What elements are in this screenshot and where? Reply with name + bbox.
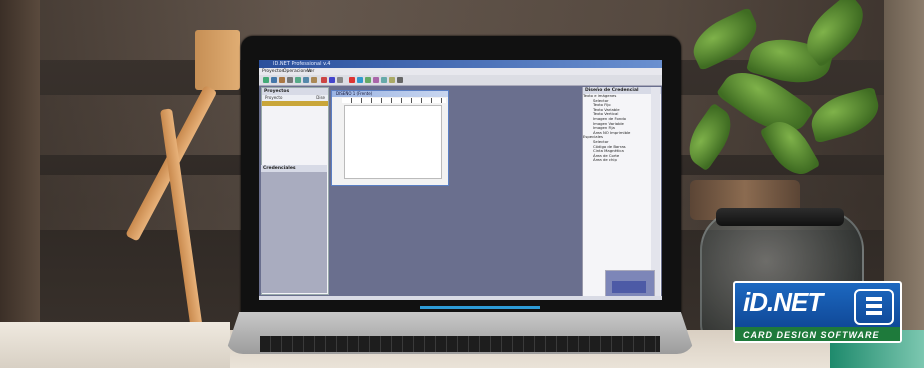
idnet-logo: iD.NET CARD DESIGN SOFTWARE bbox=[733, 281, 902, 343]
laptop-screen: ID.NET Professional v.4 Proyectos Operac… bbox=[259, 60, 662, 300]
design-window[interactable]: DISEÑO 1 (Frente) bbox=[331, 90, 449, 186]
laptop-keyboard bbox=[260, 336, 660, 352]
toolbar-zoom-icon[interactable] bbox=[373, 77, 379, 83]
toolbar-barcode-icon[interactable] bbox=[365, 77, 371, 83]
screen-glow-bar bbox=[420, 306, 540, 309]
chip-card-icon bbox=[854, 289, 894, 325]
logo-band: CARD DESIGN SOFTWARE bbox=[735, 327, 900, 341]
design-window-title: DISEÑO 1 (Frente) bbox=[332, 91, 448, 97]
logo-wordmark: iD.NET bbox=[743, 287, 823, 317]
toolbar-delete-icon[interactable] bbox=[321, 77, 327, 83]
credentials-panel: Credenciales bbox=[261, 165, 327, 293]
app-menubar: Proyectos Operaciones Ver bbox=[259, 68, 662, 75]
status-bar bbox=[259, 296, 662, 300]
design-canvas[interactable] bbox=[344, 105, 442, 179]
potted-plant bbox=[660, 0, 900, 210]
app-toolbar bbox=[259, 75, 662, 86]
shelf-side-left bbox=[0, 0, 40, 368]
info-box-content bbox=[612, 281, 646, 293]
toolbar-paste-icon[interactable] bbox=[311, 77, 317, 83]
tree-item[interactable]: Área de chip bbox=[583, 158, 661, 163]
toolbar-new-icon[interactable] bbox=[263, 77, 269, 83]
credential-design-panel: Diseño de Credencial Texto e imágenes Sel… bbox=[582, 87, 661, 297]
toolbar-grid-icon[interactable] bbox=[337, 77, 343, 83]
credentials-panel-title: Credenciales bbox=[261, 165, 327, 172]
design-ruler bbox=[342, 98, 446, 103]
toolbar-open-icon[interactable] bbox=[271, 77, 277, 83]
toolbar-cut-icon[interactable] bbox=[295, 77, 301, 83]
projects-panel-title: Proyectos bbox=[262, 88, 328, 95]
menu-proyectos[interactable]: Proyectos bbox=[262, 68, 284, 75]
desk-lamp-head bbox=[195, 30, 240, 90]
papers-stack bbox=[0, 322, 230, 368]
toolbar-image-icon[interactable] bbox=[357, 77, 363, 83]
photo-scene: ID.NET Professional v.4 Proyectos Operac… bbox=[0, 0, 924, 368]
toolbar-save-icon[interactable] bbox=[279, 77, 285, 83]
toolbar-preview-icon[interactable] bbox=[389, 77, 395, 83]
project-row-selected[interactable] bbox=[262, 101, 328, 106]
side-tabs[interactable] bbox=[651, 87, 660, 297]
glass-jar-lid bbox=[716, 208, 844, 226]
toolbar-layer-icon[interactable] bbox=[381, 77, 387, 83]
app-titlebar: ID.NET Professional v.4 bbox=[259, 60, 662, 68]
column-proyecto[interactable]: Proyecto bbox=[265, 95, 282, 101]
tools-tree: Texto e imágenes Selector Texto Fijo Texto … bbox=[583, 93, 661, 163]
menu-ver[interactable]: Ver bbox=[307, 68, 314, 75]
toolbar-text-icon[interactable] bbox=[349, 77, 355, 83]
toolbar-help-icon[interactable] bbox=[397, 77, 403, 83]
logo-tagline: CARD DESIGN SOFTWARE bbox=[743, 330, 880, 340]
column-dise[interactable]: Dise bbox=[316, 95, 325, 101]
toolbar-print-icon[interactable] bbox=[287, 77, 293, 83]
app-title: ID.NET Professional v.4 bbox=[273, 61, 331, 67]
toolbar-align-icon[interactable] bbox=[329, 77, 335, 83]
toolbar-copy-icon[interactable] bbox=[303, 77, 309, 83]
